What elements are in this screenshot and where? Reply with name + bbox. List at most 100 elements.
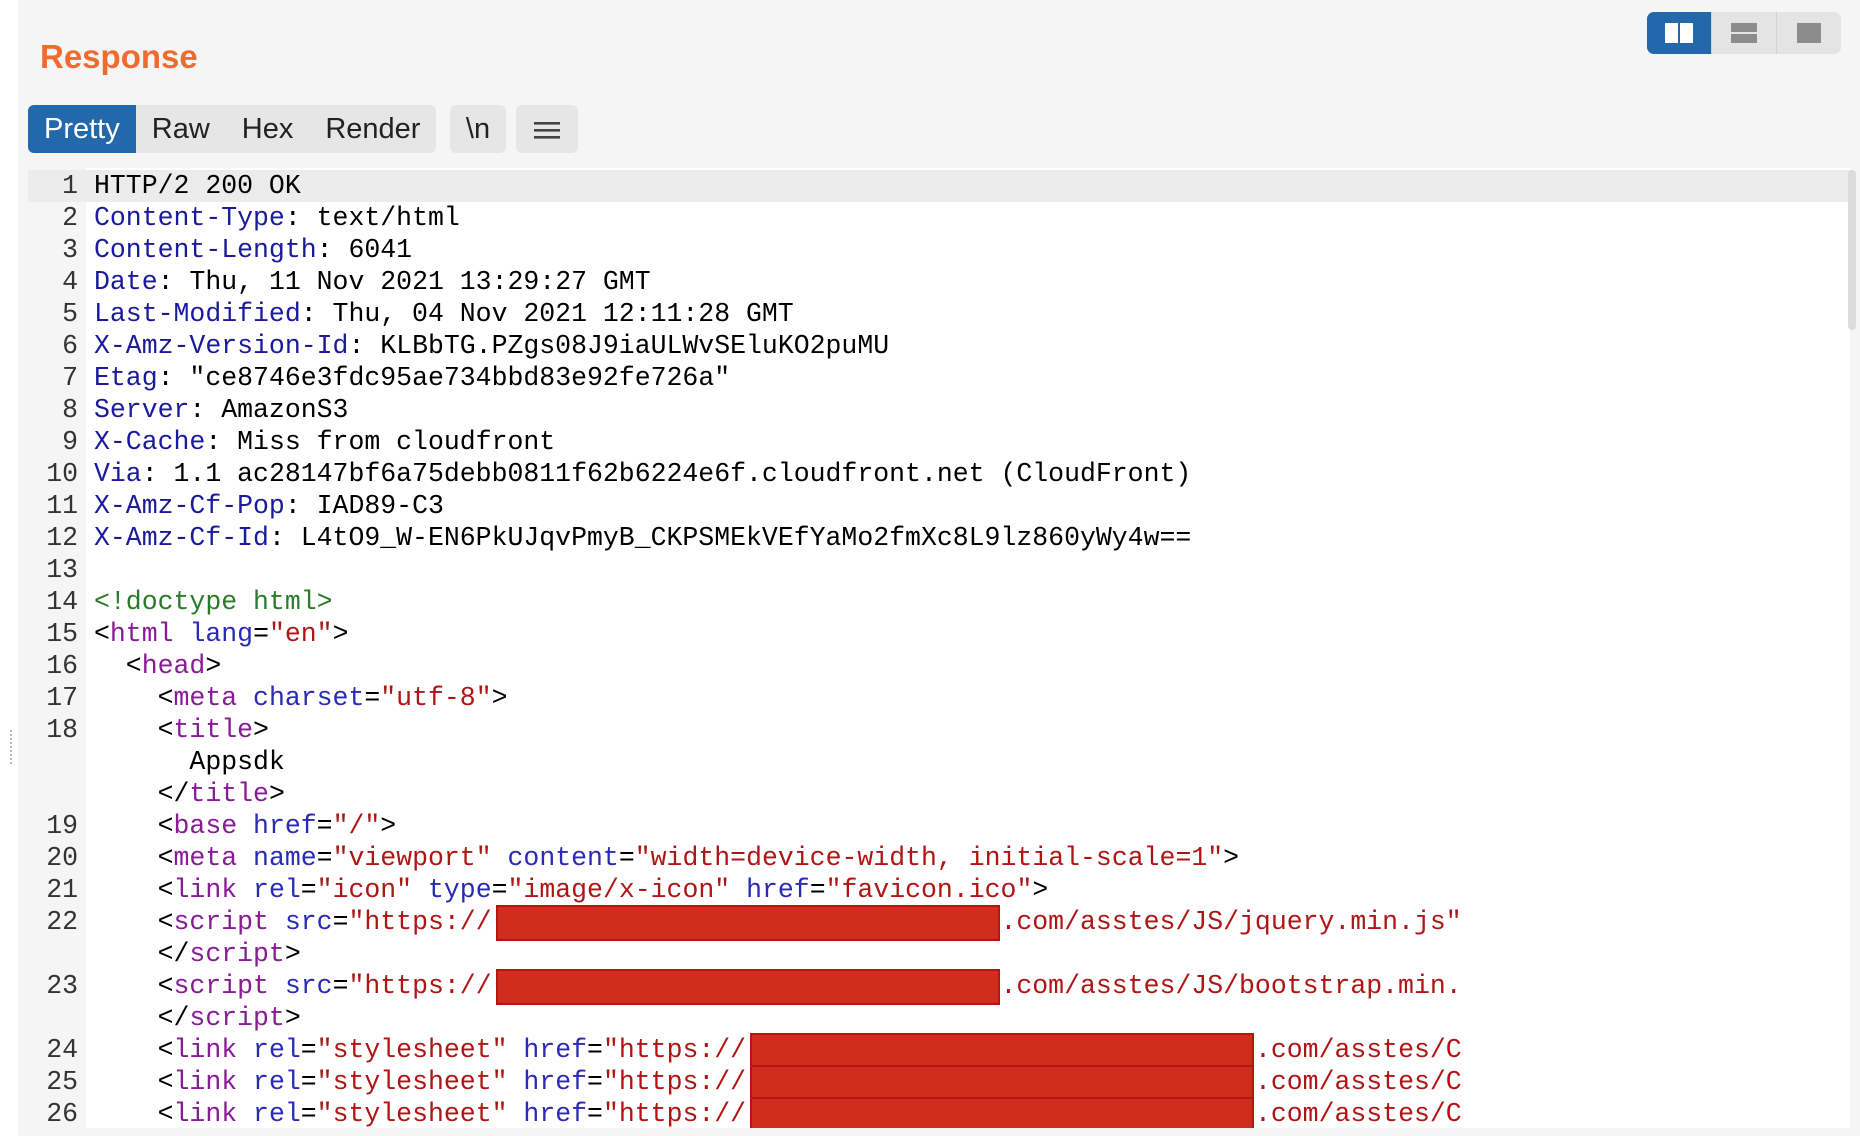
- code-token: rel: [253, 1067, 301, 1097]
- code-line: 21 <link rel="icon" type="image/x-icon" …: [28, 874, 1850, 906]
- tab-render[interactable]: Render: [309, 105, 436, 153]
- hamburger-menu-icon: [534, 122, 560, 139]
- code-token: Last-Modified: [94, 299, 301, 329]
- line-number: 26: [46, 1099, 78, 1128]
- split-rows-button[interactable]: [1712, 12, 1777, 54]
- code-token: =: [587, 1035, 603, 1065]
- line-number: 15: [46, 619, 78, 649]
- code-line: 10 Via: 1.1 ac28147bf6a75debb0811f62b6224…: [28, 458, 1850, 490]
- code-text: Last-Modified: Thu, 04 Nov 2021 12:11:28…: [94, 298, 794, 330]
- code-line: 6 X-Amz-Version-Id: KLBbTG.PZgs08J9iaULWv…: [28, 330, 1850, 362]
- code-token: =: [316, 843, 333, 873]
- code-text: <link rel="stylesheet" href="https:// .a…: [94, 1033, 1462, 1069]
- code-line: 19 <base href="/">: [28, 810, 1850, 842]
- redaction-box: [750, 1033, 1255, 1069]
- line-number: 19: [46, 811, 78, 841]
- line-number: 6: [62, 331, 78, 361]
- redaction-box: [750, 1065, 1255, 1101]
- menu-button[interactable]: [516, 105, 578, 153]
- code-line: </script>: [28, 938, 1850, 970]
- code-token: <: [94, 683, 174, 713]
- code-text: <html lang="en">: [94, 618, 349, 650]
- redacted-host: [746, 1033, 1255, 1069]
- code-token: rel: [253, 1035, 301, 1065]
- code-line: </script>: [28, 1002, 1850, 1034]
- code-token: <: [94, 1035, 174, 1065]
- code-token: : 6041: [316, 235, 413, 265]
- code-line: 4 Date: Thu, 11 Nov 2021 13:29:27 GMT: [28, 266, 1850, 298]
- code-token: href: [746, 875, 810, 905]
- code-token: href: [523, 1067, 588, 1097]
- tab-pretty[interactable]: Pretty: [28, 105, 136, 153]
- code-line: 18 <title>: [28, 714, 1850, 746]
- code-line: 13: [28, 554, 1850, 586]
- code-token: rel: [253, 875, 301, 905]
- code-token: =: [332, 971, 349, 1001]
- single-pane-icon: [1797, 23, 1821, 43]
- code-line: 26 <link rel="stylesheet" href="https://…: [28, 1097, 1850, 1128]
- code-text: <script src="https:// .amazonaws.com/ass…: [94, 969, 1462, 1005]
- line-number: 16: [46, 651, 78, 681]
- code-line: 11 X-Amz-Cf-Pop: IAD89-C3: [28, 490, 1850, 522]
- line-number: 14: [46, 587, 78, 617]
- response-editor[interactable]: 1 HTTP/2 200 OK 2 Content-Type: text/html 3 C…: [28, 168, 1850, 1128]
- code-token: =: [300, 1067, 317, 1097]
- code-token: >: [268, 779, 285, 809]
- code-token: title: [173, 715, 254, 745]
- code-text: X-Amz-Cf-Id: L4tO9_W-EN6PkUJqvPmyB_CKPSM…: [94, 522, 1191, 554]
- redacted-host: [492, 905, 1000, 941]
- code-token: src: [284, 907, 333, 937]
- code-text: Content-Length: 6041: [94, 234, 412, 266]
- code-token: =: [300, 1099, 317, 1128]
- line-number: 11: [46, 491, 78, 521]
- single-pane-button[interactable]: [1777, 12, 1841, 54]
- code-token: : text/html: [284, 203, 460, 233]
- code-token: =: [253, 619, 269, 649]
- show-newlines-button[interactable]: \n: [450, 105, 506, 153]
- code-token: Date: [94, 267, 158, 297]
- code-token: head: [141, 651, 206, 681]
- code-text: Via: 1.1 ac28147bf6a75debb0811f62b6224e6…: [94, 458, 1191, 490]
- tab-raw[interactable]: Raw: [136, 105, 226, 153]
- pane-resize-handle[interactable]: [10, 730, 16, 764]
- code-token: >: [284, 939, 301, 969]
- split-rows-icon: [1731, 23, 1757, 43]
- code-token: X-Amz-Version-Id: [94, 331, 349, 361]
- code-token: >: [253, 715, 269, 745]
- code-token: <: [94, 1067, 174, 1097]
- code-text: <meta charset="utf-8">: [94, 682, 508, 714]
- split-columns-button[interactable]: [1647, 12, 1712, 54]
- code-token: charset: [253, 683, 365, 713]
- code-token: script: [173, 971, 269, 1001]
- code-text: <meta name="viewport" content="width=dev…: [94, 842, 1239, 874]
- line-number: 10: [46, 459, 78, 489]
- code-token: "https://: [348, 907, 492, 937]
- code-text: X-Amz-Version-Id: KLBbTG.PZgs08J9iaULWvS…: [94, 330, 889, 362]
- code-text: </title>: [94, 778, 285, 810]
- code-line: 9 X-Cache: Miss from cloudfront: [28, 426, 1850, 458]
- code-text: <!doctype html>: [94, 586, 333, 618]
- code-token: link: [173, 1035, 238, 1065]
- code-line: 12 X-Amz-Cf-Id: L4tO9_W-EN6PkUJqvPmyB_CKP…: [28, 522, 1850, 554]
- line-number: 1: [62, 171, 78, 201]
- code-line: 5 Last-Modified: Thu, 04 Nov 2021 12:11:2…: [28, 298, 1850, 330]
- layout-toggle-group: [1647, 12, 1841, 54]
- code-token: </: [94, 939, 190, 969]
- code-text: X-Cache: Miss from cloudfront: [94, 426, 555, 458]
- view-tabs: Pretty Raw Hex Render: [28, 105, 437, 153]
- code-text: HTTP/2 200 OK: [94, 170, 301, 202]
- code-token: : 1.1 ac28147bf6a75debb0811f62b6224e6f.c…: [141, 459, 1192, 489]
- code-token: src: [284, 971, 333, 1001]
- line-number: 7: [62, 363, 78, 393]
- tab-hex[interactable]: Hex: [226, 105, 310, 153]
- vertical-scrollbar[interactable]: [1848, 170, 1856, 330]
- code-line: 1 HTTP/2 200 OK: [28, 170, 1850, 202]
- line-number: 9: [62, 427, 78, 457]
